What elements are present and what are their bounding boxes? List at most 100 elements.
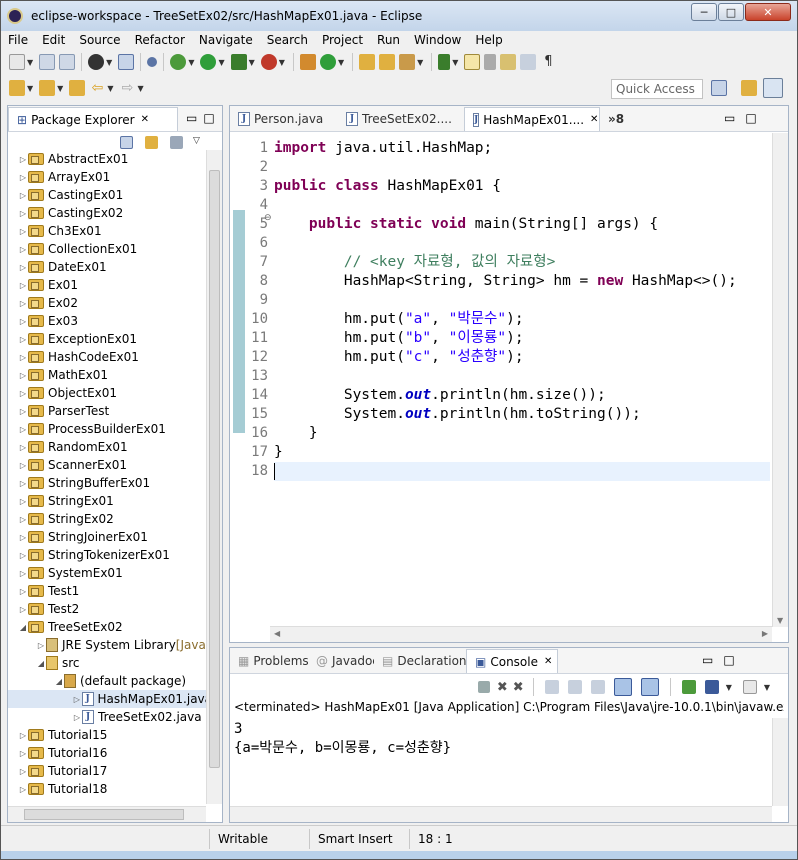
tree-item[interactable]: ▷ StringEx01	[8, 492, 212, 510]
expanded-arrow-icon[interactable]: ◢	[36, 659, 46, 668]
collapsed-arrow-icon[interactable]: ▷	[18, 317, 28, 326]
tree-item[interactable]: ▷ Test2	[8, 600, 212, 618]
new-class-icon[interactable]	[319, 54, 336, 70]
menu-navigate[interactable]: Navigate	[192, 33, 260, 47]
collapsed-arrow-icon[interactable]: ▷	[18, 515, 28, 524]
collapsed-arrow-icon[interactable]: ▷	[72, 713, 82, 722]
code-line[interactable]: System.out.println(hm.size());	[274, 386, 770, 405]
tab-overflow[interactable]: »8	[600, 107, 640, 131]
last-edit-location-icon[interactable]	[69, 80, 86, 96]
external-tools-icon[interactable]	[260, 54, 277, 70]
collapsed-arrow-icon[interactable]: ▷	[18, 227, 28, 236]
chevron-down-icon[interactable]: ▼	[218, 58, 224, 67]
previous-annotation-icon[interactable]	[39, 80, 56, 96]
tree-item[interactable]: ▷ Ch3Ex01	[8, 222, 212, 240]
menu-search[interactable]: Search	[260, 33, 315, 47]
chevron-down-icon[interactable]: ▼	[188, 58, 194, 67]
word-wrap-icon[interactable]	[590, 680, 605, 694]
remove-launch-icon[interactable]: ✖	[497, 680, 508, 695]
tree-item[interactable]: ▷ Tutorial16	[8, 744, 212, 762]
console-icon[interactable]	[118, 54, 135, 70]
code-line[interactable]	[274, 291, 770, 310]
collapsed-arrow-icon[interactable]: ▷	[18, 425, 28, 434]
tree-item[interactable]: ▷ JRE System Library [Java	[8, 636, 212, 654]
collapsed-arrow-icon[interactable]: ▷	[72, 695, 82, 704]
tree-item[interactable]: ▷ MathEx01	[8, 366, 212, 384]
open-console-icon[interactable]	[742, 680, 757, 694]
collapsed-arrow-icon[interactable]: ▷	[18, 479, 28, 488]
chevron-down-icon[interactable]: ▼	[338, 58, 344, 67]
tree-item[interactable]: ▷ ScannerEx01	[8, 456, 212, 474]
chevron-down-icon[interactable]: ▼	[279, 58, 285, 67]
chevron-down-icon[interactable]: ▼	[249, 58, 255, 67]
chevron-down-icon[interactable]: ▼	[726, 683, 732, 692]
expanded-arrow-icon[interactable]: ◢	[18, 623, 28, 632]
scroll-down-icon[interactable]: ▼	[777, 616, 783, 625]
tree-item[interactable]: ▷ StringTokenizerEx01	[8, 546, 212, 564]
back-arrow-icon[interactable]: ⇦	[89, 80, 105, 96]
view-menu-icon[interactable]: ▽	[193, 136, 200, 149]
tree-item[interactable]: ▷ J HashMapEx01.java	[8, 690, 212, 708]
collapsed-arrow-icon[interactable]: ▷	[36, 641, 46, 650]
scroll-right-icon[interactable]: ▶	[762, 629, 768, 638]
collapsed-arrow-icon[interactable]: ▷	[18, 209, 28, 218]
expanded-arrow-icon[interactable]: ◢	[54, 677, 64, 686]
open-type-icon[interactable]	[359, 54, 376, 70]
tree-item[interactable]: ▷ ParserTest	[8, 402, 212, 420]
code-line[interactable]	[274, 196, 770, 215]
pin-console-icon[interactable]	[681, 680, 696, 694]
run-icon[interactable]	[200, 54, 217, 70]
tree-item[interactable]: ▷ CollectionEx01	[8, 240, 212, 258]
collapsed-arrow-icon[interactable]: ▷	[18, 767, 28, 776]
quick-access-input[interactable]: Quick Access	[611, 79, 703, 99]
collapsed-arrow-icon[interactable]: ▷	[18, 461, 28, 470]
save-all-icon[interactable]	[59, 54, 76, 70]
tab-problems[interactable]: ▦ Problems	[230, 649, 308, 673]
minimize-icon[interactable]: ▭	[186, 111, 197, 125]
console-vertical-scrollbar[interactable]	[772, 718, 788, 806]
tree-item[interactable]: ▷ SystemEx01	[8, 564, 212, 582]
save-icon[interactable]	[39, 54, 56, 70]
tree-item[interactable]: ▷ J TreeSetEx02.java	[8, 708, 212, 726]
collapsed-arrow-icon[interactable]: ▷	[18, 443, 28, 452]
tree-item[interactable]: ▷ Tutorial15	[8, 726, 212, 744]
menu-refactor[interactable]: Refactor	[128, 33, 192, 47]
collapsed-arrow-icon[interactable]: ▷	[18, 281, 28, 290]
show-whitespace-icon[interactable]	[500, 54, 517, 70]
menu-help[interactable]: Help	[468, 33, 509, 47]
code-line[interactable]: hm.put("c", "성춘향");	[274, 348, 770, 367]
code-line[interactable]: public class HashMapEx01 {	[274, 177, 770, 196]
breakpoint-icon[interactable]	[147, 57, 158, 67]
collapsed-arrow-icon[interactable]: ▷	[18, 407, 28, 416]
code-line[interactable]: System.out.println(hm.toString());	[274, 405, 770, 424]
menu-window[interactable]: Window	[407, 33, 468, 47]
minimize-button[interactable]: ─	[691, 3, 717, 21]
collapsed-arrow-icon[interactable]: ▷	[18, 551, 28, 560]
chevron-down-icon[interactable]: ▼	[764, 683, 770, 692]
tree-item[interactable]: ▷ Ex03	[8, 312, 212, 330]
forward-arrow-icon[interactable]: ⇨	[119, 80, 135, 96]
chevron-down-icon[interactable]: ▼	[417, 58, 423, 67]
open-folder-icon[interactable]	[379, 54, 396, 70]
tree-item[interactable]: ◢ src	[8, 654, 212, 672]
tree-item[interactable]: ▷ ProcessBuilderEx01	[8, 420, 212, 438]
tree-item[interactable]: ▷ ExceptionEx01	[8, 330, 212, 348]
clear-console-icon[interactable]	[544, 680, 559, 694]
code-line[interactable]	[274, 158, 770, 177]
search-icon[interactable]	[399, 54, 416, 70]
collapsed-arrow-icon[interactable]: ▷	[18, 497, 28, 506]
collapse-all-icon[interactable]	[120, 136, 133, 149]
pilcrow-icon[interactable]: ¶	[540, 54, 556, 70]
close-button[interactable]: ✕	[745, 3, 791, 21]
code-line[interactable]: hm.put("a", "박문수");	[274, 310, 770, 329]
collapsed-arrow-icon[interactable]: ▷	[18, 731, 28, 740]
collapsed-arrow-icon[interactable]: ▷	[18, 533, 28, 542]
tree-item[interactable]: ▷ CastingEx01	[8, 186, 212, 204]
code-line[interactable]	[274, 234, 770, 253]
tree-item[interactable]: ▷ HashCodeEx01	[8, 348, 212, 366]
menu-edit[interactable]: Edit	[35, 33, 72, 47]
tree-item[interactable]: ▷ CastingEx02	[8, 204, 212, 222]
java-perspective-icon[interactable]	[763, 78, 783, 98]
account-icon[interactable]	[88, 54, 105, 70]
show-stderr-icon[interactable]	[640, 678, 659, 696]
